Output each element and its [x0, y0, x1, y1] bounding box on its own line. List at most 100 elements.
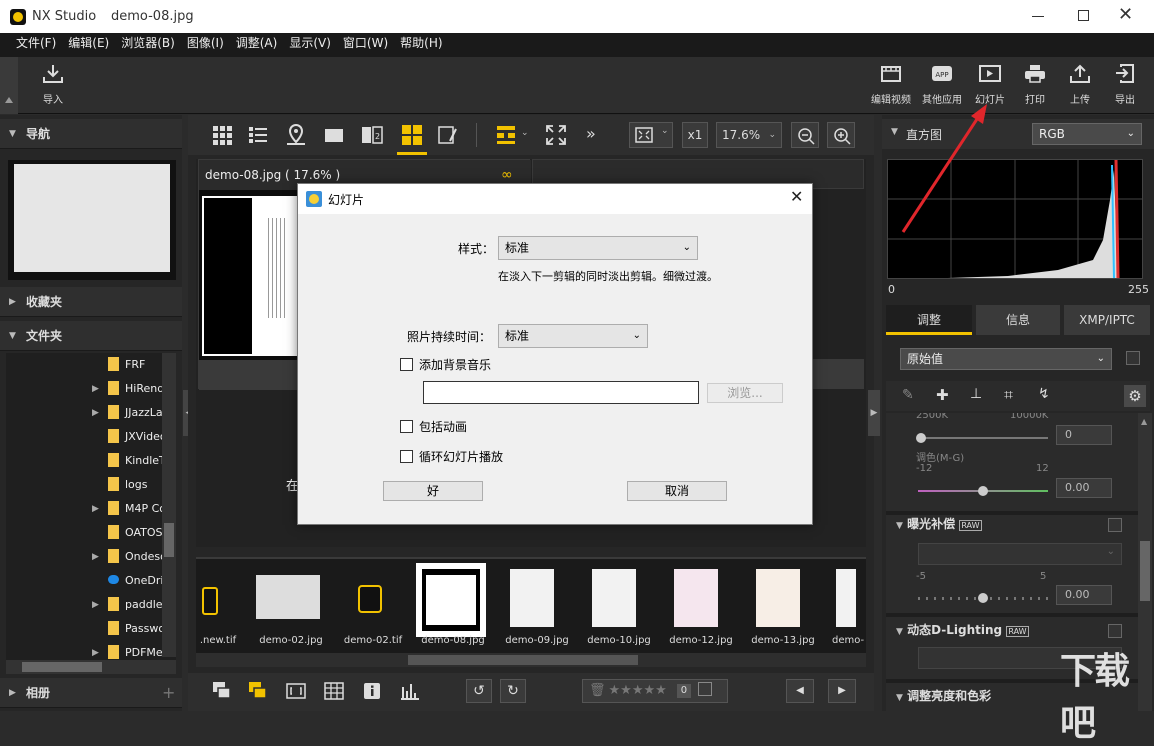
right-panel-collapse-handle[interactable]: ▶ — [868, 390, 880, 436]
thumbnail-grid-icon[interactable] — [210, 123, 234, 147]
browse-button[interactable]: 浏览... — [707, 383, 783, 403]
collapse-toolbar-handle[interactable] — [0, 57, 18, 114]
maximize-button[interactable] — [1078, 10, 1089, 21]
rating-star-icon[interactable]: ★ — [655, 683, 667, 698]
list-view-icon[interactable] — [246, 123, 270, 147]
exposure-slider-knob[interactable] — [978, 593, 988, 603]
menu-adjust[interactable]: 调整(A) — [236, 33, 278, 53]
folder-item[interactable]: OneDriv — [92, 569, 172, 593]
preset-checkbox[interactable] — [1126, 351, 1140, 365]
folder-item[interactable]: ▶ paddlex — [92, 593, 172, 617]
trash-icon[interactable]: 🗑 — [589, 683, 606, 698]
folder-item[interactable]: ▶ Ondeso — [92, 545, 172, 569]
thumbnail-item[interactable]: demo-09.jpg — [502, 559, 572, 646]
thumbnail-item[interactable]: demo-12.jpg — [666, 559, 736, 646]
tint-slider-knob[interactable] — [978, 486, 988, 496]
grid-overlay-icon[interactable] — [322, 679, 346, 703]
stack-yellow-icon[interactable] — [246, 679, 270, 703]
ok-button[interactable]: 好 — [383, 481, 483, 501]
info-icon[interactable] — [360, 679, 384, 703]
crop-frame-icon[interactable] — [284, 679, 308, 703]
stack-icon[interactable] — [210, 679, 234, 703]
upload-button[interactable]: 上传 — [1056, 63, 1104, 106]
expand-arrow-icon[interactable]: ▶ — [92, 545, 99, 569]
edit-view-icon[interactable] — [436, 123, 460, 147]
folder-item[interactable]: KindleT — [92, 449, 172, 473]
thumbnail-item[interactable]: demo-13.jpg — [748, 559, 818, 646]
expand-arrow-icon[interactable]: ▶ — [92, 497, 99, 521]
exposure-checkbox[interactable] — [1108, 518, 1122, 532]
zoom-select[interactable]: 17.6% ⌄ — [716, 122, 782, 148]
rating-star-icon[interactable]: ★ — [620, 683, 632, 698]
dlighting-header[interactable]: ▼ 动态D-Lighting RAW — [896, 617, 1138, 643]
expand-arrow-icon[interactable]: ▶ — [92, 593, 99, 617]
thumbnail-item[interactable]: .new.tif — [200, 559, 236, 646]
crop-icon[interactable]: ⌗ — [1004, 385, 1013, 405]
album-header[interactable]: ▶ 相册 + — [0, 678, 182, 708]
histogram-mode-select[interactable]: RGB ⌄ — [1032, 123, 1142, 145]
perspective-icon[interactable]: ↯ — [1038, 386, 1050, 402]
compare-two-icon[interactable]: 2 — [360, 123, 384, 147]
next-image-button[interactable]: ▶ — [828, 679, 856, 703]
style-select[interactable]: 标准 ⌄ — [498, 236, 698, 260]
image-preview[interactable] — [202, 196, 298, 356]
wb-slider-knob[interactable] — [916, 433, 926, 443]
rotate-right-button[interactable]: ↻ — [500, 679, 526, 703]
image-icon[interactable] — [698, 682, 713, 696]
folder-item[interactable]: OATOS — [92, 521, 172, 545]
wb-slider-track[interactable] — [918, 437, 1048, 439]
add-album-icon[interactable]: + — [162, 678, 175, 708]
dialog-close-button[interactable]: ✕ — [790, 187, 803, 206]
rating-star-icon[interactable]: ★ — [643, 683, 655, 698]
more-arrows-icon[interactable]: » — [586, 124, 596, 143]
tab-xmp-iptc[interactable]: XMP/IPTC — [1064, 305, 1150, 335]
minimize-button[interactable] — [1032, 16, 1044, 17]
menu-view[interactable]: 显示(V) — [289, 33, 331, 53]
actual-size-button[interactable]: x1 — [682, 122, 708, 148]
thumbnail-item[interactable]: demo-02.tif — [338, 559, 408, 646]
wb-value-field[interactable]: 0 — [1056, 425, 1112, 445]
loop-slideshow-checkbox[interactable] — [400, 450, 413, 463]
dlighting-checkbox[interactable] — [1108, 624, 1122, 638]
folder-item[interactable]: ▶ HiRende — [92, 377, 172, 401]
music-path-input[interactable] — [423, 381, 699, 404]
print-button[interactable]: 打印 — [1011, 63, 1059, 106]
menu-edit[interactable]: 编辑(E) — [68, 33, 109, 53]
menu-image[interactable]: 图像(I) — [187, 33, 224, 53]
cancel-button[interactable]: 取消 — [627, 481, 727, 501]
healing-brush-icon[interactable]: ✚ — [936, 386, 949, 404]
folder-item[interactable]: JXVideo — [92, 425, 172, 449]
filmstrip-scrollbar[interactable] — [196, 653, 866, 667]
chevron-down-icon[interactable]: ⌄ — [521, 128, 529, 138]
favorites-header[interactable]: ▶ 收藏夹 — [0, 287, 182, 317]
tint-value-field[interactable]: 0.00 — [1056, 478, 1112, 498]
folder-horizontal-scrollbar[interactable] — [6, 660, 176, 674]
straighten-icon[interactable]: ⊥ — [970, 386, 982, 402]
include-animation-checkbox[interactable] — [400, 420, 413, 433]
tab-adjust[interactable]: 调整 — [886, 305, 972, 335]
folder-item[interactable]: Passwo — [92, 617, 172, 641]
previous-image-button[interactable]: ◀ — [786, 679, 814, 703]
rating-star-icon[interactable]: ★ — [632, 683, 644, 698]
folder-vertical-scrollbar[interactable] — [162, 353, 176, 657]
compare-four-button[interactable] — [397, 119, 427, 155]
menu-browser[interactable]: 浏览器(B) — [121, 33, 175, 53]
import-button[interactable]: 导入 — [29, 63, 77, 106]
rating-star-icon[interactable]: ★ — [609, 683, 621, 698]
layout-options-icon[interactable] — [494, 123, 518, 147]
zoom-in-button[interactable] — [827, 122, 855, 148]
folders-header[interactable]: ▼ 文件夹 — [0, 321, 182, 351]
folder-item[interactable]: ▶ JJazzLab — [92, 401, 172, 425]
export-button[interactable]: 导出 — [1101, 63, 1149, 106]
folder-item[interactable]: FRF — [92, 353, 172, 377]
navigation-preview[interactable] — [8, 160, 176, 280]
exposure-value-field[interactable]: 0.00 — [1056, 585, 1112, 605]
fullscreen-icon[interactable] — [544, 123, 568, 147]
thumbnail-item[interactable]: demo-02.jpg — [256, 559, 326, 646]
menu-window[interactable]: 窗口(W) — [343, 33, 388, 53]
thumbnail-item[interactable]: demo- — [832, 559, 864, 646]
zoom-out-button[interactable] — [791, 122, 819, 148]
map-pin-icon[interactable] — [284, 123, 308, 147]
folder-item[interactable]: ▶ M4P Co — [92, 497, 172, 521]
rotate-left-button[interactable]: ↺ — [466, 679, 492, 703]
